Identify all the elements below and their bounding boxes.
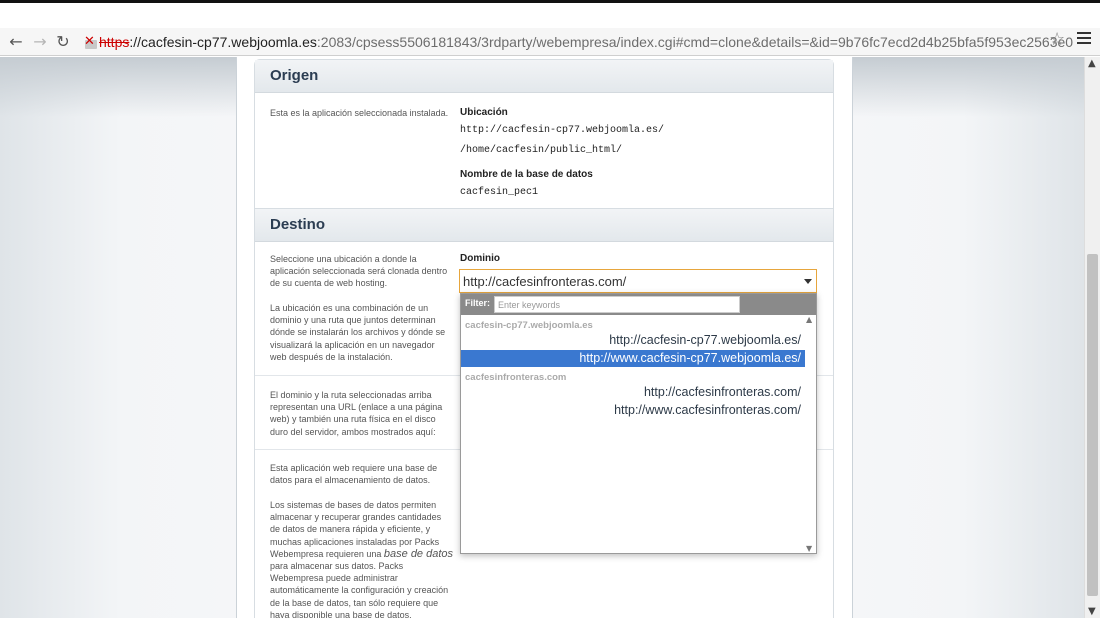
origen-description: Esta es la aplicación seleccionada insta… (270, 108, 449, 118)
scroll-up-icon[interactable]: ▲ (806, 315, 812, 324)
dominio-select[interactable]: http://cacfesinfronteras.com/ (459, 269, 817, 293)
address-bar[interactable]: ✕ https://cacfesin-cp77.webjoomla.es:208… (80, 31, 1076, 53)
scroll-up-icon[interactable]: ▲ (1088, 58, 1096, 69)
dropdown-list: cacfesin-cp77.webjoomla.es http://cacfes… (461, 315, 806, 553)
scroll-down-icon[interactable]: ▼ (1088, 606, 1096, 617)
ubicacion-url: http://cacfesin-cp77.webjoomla.es/ (460, 125, 665, 136)
content-panel: Origen Esta es la aplicación seleccionad… (236, 57, 853, 618)
browser-toolbar: ← → ↻ ✕ https://cacfesin-cp77.webjoomla.… (0, 28, 1100, 56)
ubicacion-label: Ubicación (460, 107, 508, 118)
reload-icon[interactable]: ↻ (53, 32, 73, 52)
destino-description-db-systems: Los sistemas de bases de datos permiten … (270, 500, 454, 618)
dominio-select-value: http://cacfesinfronteras.com/ (463, 274, 627, 289)
dropdown-option[interactable]: http://www.cacfesinfronteras.com/ (461, 402, 806, 419)
filter-label: Filter: (465, 298, 491, 308)
scrollbar-thumb[interactable] (1087, 254, 1098, 596)
destino-description-location: Seleccione una ubicación a donde la apli… (270, 254, 448, 289)
destino-title: Destino (255, 209, 833, 242)
ubicacion-path: /home/cacfesin/public_html/ (460, 145, 623, 156)
window-top-strip (0, 0, 1100, 28)
dominio-dropdown: Filter: cacfesin-cp77.webjoomla.es http:… (460, 293, 817, 554)
destino-description-database: Esta aplicación web requiere una base de… (270, 463, 438, 486)
broken-lock-icon[interactable]: ✕ (84, 34, 98, 50)
db-name-value: cacfesin_pec1 (460, 187, 539, 198)
db-name-label: Nombre de la base de datos (460, 169, 593, 180)
dropdown-filter-bar: Filter: (461, 294, 816, 315)
destino-description-combination: La ubicación es una combinación de un do… (270, 303, 446, 362)
back-arrow-icon[interactable]: ← (6, 32, 26, 52)
dropdown-option[interactable]: http://cacfesinfronteras.com/ (461, 384, 806, 401)
scroll-down-icon[interactable]: ▼ (806, 544, 812, 553)
chevron-down-icon[interactable] (804, 279, 812, 284)
hamburger-menu-icon[interactable] (1077, 32, 1091, 47)
dropdown-option-selected[interactable]: http://www.cacfesin-cp77.webjoomla.es/ (461, 350, 806, 367)
filter-input[interactable] (494, 296, 740, 313)
page-scrollbar[interactable]: ▲ ▼ (1084, 57, 1100, 618)
forward-arrow-icon[interactable]: → (30, 32, 50, 52)
origen-title: Origen (255, 60, 833, 93)
dropdown-option[interactable]: http://cacfesin-cp77.webjoomla.es/ (461, 332, 806, 349)
destino-description-url: El dominio y la ruta seleccionadas arrib… (270, 390, 443, 437)
star-icon[interactable]: ☆ (1049, 30, 1065, 50)
dominio-label: Dominio (460, 253, 500, 264)
dropdown-group-label: cacfesinfronteras.com (465, 372, 567, 383)
dropdown-scrollbar[interactable]: ▲ ▼ (805, 315, 816, 553)
dropdown-group-label: cacfesin-cp77.webjoomla.es (465, 320, 593, 331)
url-text: https://cacfesin-cp77.webjoomla.es:2083/… (99, 34, 1074, 50)
origen-section: Origen Esta es la aplicación seleccionad… (254, 59, 834, 211)
